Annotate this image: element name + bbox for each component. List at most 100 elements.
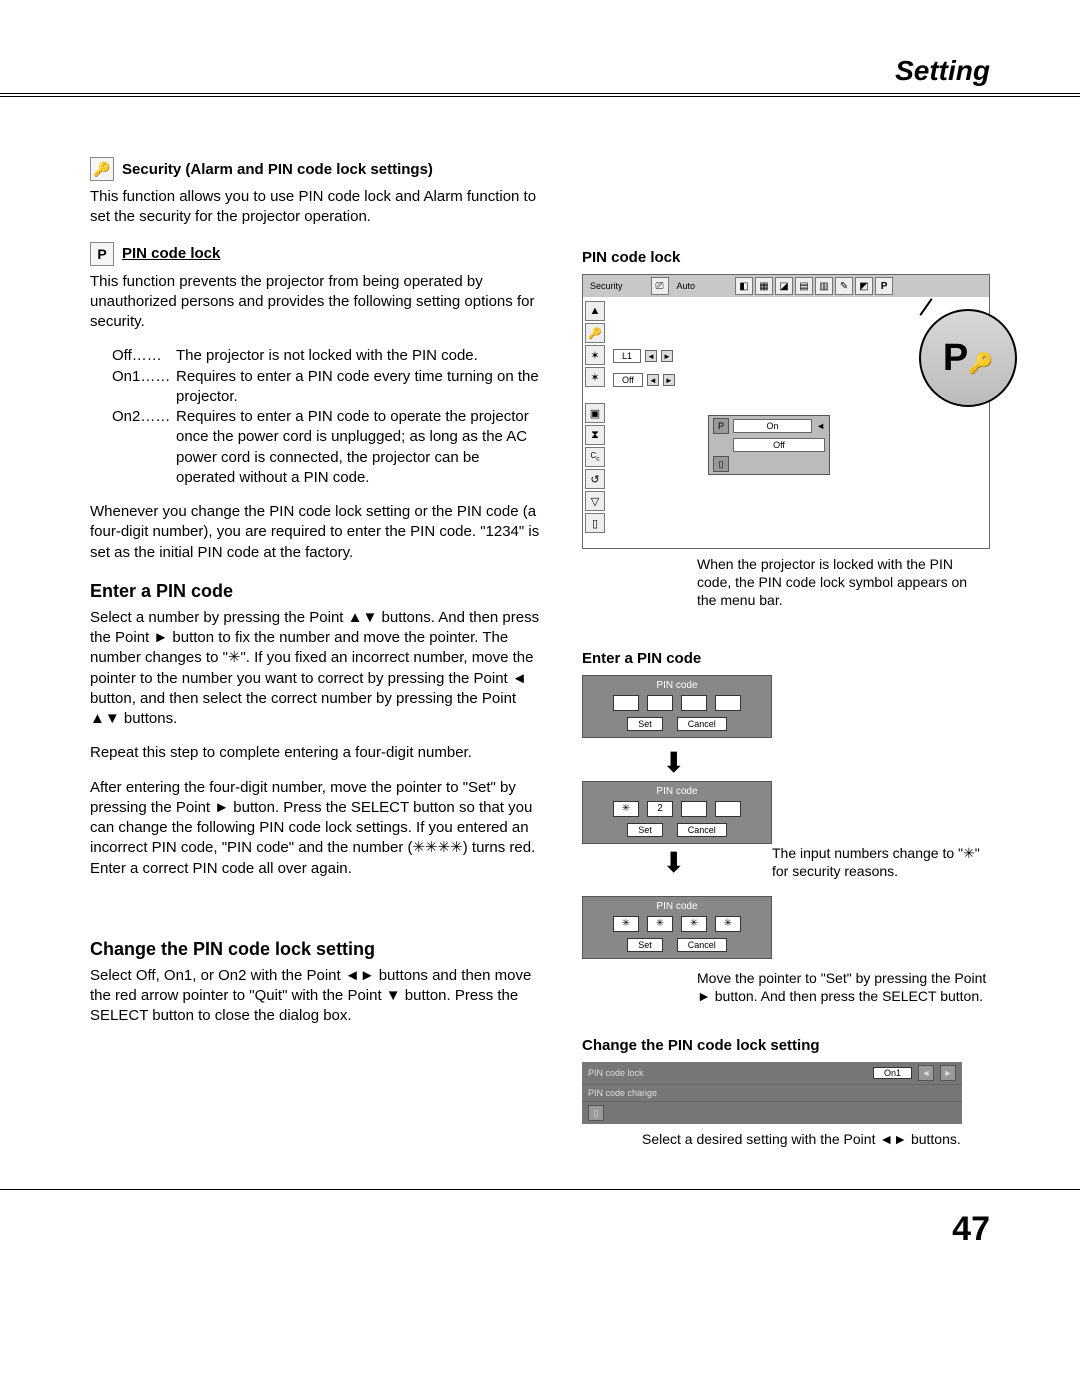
right-column: PIN code lock Security ⎚ Auto ◧ ▦ ◪ ▤ ▥ …	[582, 157, 990, 1165]
fc-lock-label: PIN code lock	[588, 1068, 644, 1078]
menu-bar: Security ⎚ Auto ◧ ▦ ◪ ▤ ▥ ✎ ◩ P	[583, 275, 989, 297]
left-column: 🔑 Security (Alarm and PIN code lock sett…	[90, 157, 540, 1165]
menubar-icon-8: ◩	[855, 277, 873, 295]
side-cc-icon: Cc	[585, 447, 605, 467]
security-section-title: Security (Alarm and PIN code lock settin…	[122, 161, 433, 178]
pin-box-1-3	[681, 695, 707, 711]
option-on1: On1…… Requires to enter a PIN code every…	[112, 367, 540, 408]
side-down-icon: ▽	[585, 491, 605, 511]
pin-cancel-btn-3: Cancel	[677, 938, 727, 952]
figure-change-title: Change the PIN code lock setting	[582, 1037, 990, 1054]
pin-box-3-1: ✳	[613, 916, 639, 932]
side-icon-column: ▲ 🔑 ✶ ✶ ▣ ⧗ Cc ↺ ▽ ▯	[585, 301, 605, 533]
figure2-caption: The input numbers change to "✳" for secu…	[772, 844, 990, 880]
option-off-text: The projector is not locked with the PIN…	[176, 346, 540, 366]
pin-box-2-2: 2	[647, 801, 673, 817]
off-right-arrow-icon: ►	[663, 374, 675, 386]
option-off: Off…… The projector is not locked with t…	[112, 346, 540, 366]
submenu-pointer-icon: ◄	[816, 421, 825, 431]
callout-line	[919, 298, 932, 316]
pin-box-2-4	[715, 801, 741, 817]
pin-lock-note: Whenever you change the PIN code lock se…	[90, 502, 540, 563]
fc-quit-icon: ▯	[588, 1105, 604, 1121]
change-pin-heading: Change the PIN code lock setting	[90, 939, 540, 960]
menubar-icon-4: ◪	[775, 277, 793, 295]
fc-right-arrow-icon: ►	[940, 1065, 956, 1081]
figure-pin-lock-menu: Security ⎚ Auto ◧ ▦ ◪ ▤ ▥ ✎ ◩ P ▲	[582, 274, 990, 549]
menubar-icon-3: ▦	[755, 277, 773, 295]
submenu-pin-icon: P	[713, 418, 729, 434]
pin-set-btn-2: Set	[627, 823, 663, 837]
down-arrow-1-icon: ⬇	[582, 746, 990, 779]
menubar-icon-5: ▤	[795, 277, 813, 295]
fc-left-arrow-icon: ◄	[918, 1065, 934, 1081]
pin-box-2-3	[681, 801, 707, 817]
submenu-quit-icon: ▯	[713, 456, 729, 472]
pin-lock-title: PIN code lock	[122, 245, 220, 262]
down-arrow-2-icon: ⬇	[582, 846, 772, 879]
option-on2-text: Requires to enter a PIN code to operate …	[176, 407, 540, 488]
pin-box-3-2: ✳	[647, 916, 673, 932]
header-rule-2	[0, 96, 1080, 97]
page-header-title: Setting	[0, 55, 1080, 87]
pin-box-1-2	[647, 695, 673, 711]
enter-pin-p3: After entering the four-digit number, mo…	[90, 778, 540, 879]
off-left-arrow-icon: ◄	[647, 374, 659, 386]
option-on1-label: On1……	[112, 367, 176, 408]
pin-lock-body: This function prevents the projector fro…	[90, 272, 540, 333]
pin-symbol-p: P	[943, 337, 968, 380]
menu-security-label: Security	[584, 281, 629, 291]
footer-rule	[0, 1189, 1080, 1190]
pin-symbol-callout: P🔑	[919, 309, 1017, 407]
option-on1-text: Requires to enter a PIN code every time …	[176, 367, 540, 408]
figure-pin-lock-title: PIN code lock	[582, 249, 990, 266]
submenu-off: Off	[733, 438, 825, 452]
option-off-label: Off……	[112, 346, 176, 366]
pin-set-btn-3: Set	[627, 938, 663, 952]
security-key-icon: 🔑	[90, 157, 114, 181]
enter-pin-heading: Enter a PIN code	[90, 581, 540, 602]
pin-box-3-3: ✳	[681, 916, 707, 932]
pin-dialog-2-title: PIN code	[583, 786, 771, 797]
fc-lock-value: On1	[873, 1067, 912, 1079]
option-on2-label: On2……	[112, 407, 176, 488]
fc-change-label: PIN code change	[588, 1088, 657, 1098]
side-fan1-icon: ✶	[585, 345, 605, 365]
pin-dialog-2: PIN code ✳ 2 Set Cancel	[582, 781, 772, 844]
change-pin-p1: Select Off, On1, or On2 with the Point ◄…	[90, 966, 540, 1027]
l1-left-arrow-icon: ◄	[645, 350, 657, 362]
figure3-caption: Move the pointer to "Set" by pressing th…	[582, 969, 990, 1005]
pin-submenu: P On ◄ Off ▯	[708, 415, 830, 475]
pin-dialog-1-title: PIN code	[583, 680, 771, 691]
pin-cancel-btn-2: Cancel	[677, 823, 727, 837]
menu-auto-label: Auto	[671, 281, 702, 291]
l1-right-arrow-icon: ►	[661, 350, 673, 362]
side-quit-icon: ▯	[585, 513, 605, 533]
pin-dialog-3-title: PIN code	[583, 901, 771, 912]
pin-set-btn-1: Set	[627, 717, 663, 731]
figure-change-setting: PIN code lock On1 ◄ ► PIN code change ▯	[582, 1062, 962, 1124]
off-value: Off	[613, 373, 643, 387]
side-gap	[585, 389, 605, 401]
side-key-icon: 🔑	[585, 323, 605, 343]
figure-enter-pin-title: Enter a PIN code	[582, 650, 990, 667]
enter-pin-p2: Repeat this step to complete entering a …	[90, 743, 540, 763]
submenu-on: On	[733, 419, 812, 433]
pin-box-1-1	[613, 695, 639, 711]
side-reset-icon: ↺	[585, 469, 605, 489]
figure4-caption: Select a desired setting with the Point …	[582, 1130, 990, 1148]
enter-pin-p1: Select a number by pressing the Point ▲▼…	[90, 608, 540, 730]
pin-dialog-3: PIN code ✳ ✳ ✳ ✳ Set Cancel	[582, 896, 772, 959]
menubar-icon-7: ✎	[835, 277, 853, 295]
menubar-icon-6: ▥	[815, 277, 833, 295]
side-lamp-icon: ▣	[585, 403, 605, 423]
pin-cancel-btn-1: Cancel	[677, 717, 727, 731]
pin-symbol-key-icon: 🔑	[968, 351, 993, 376]
side-up-icon: ▲	[585, 301, 605, 321]
l1-value: L1	[613, 349, 641, 363]
security-section-body: This function allows you to use PIN code…	[90, 187, 540, 228]
pin-dialog-1: PIN code Set Cancel	[582, 675, 772, 738]
pin-box-2-1: ✳	[613, 801, 639, 817]
side-filter-icon: ⧗	[585, 425, 605, 445]
pin-box-1-4	[715, 695, 741, 711]
